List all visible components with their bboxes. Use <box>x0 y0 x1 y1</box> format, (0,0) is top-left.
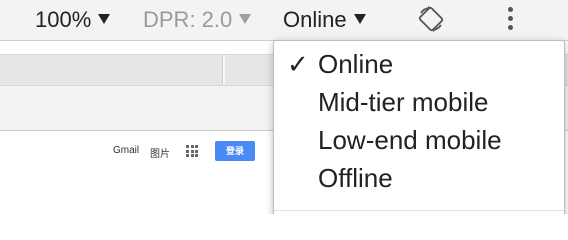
dpr-value: DPR: 2.0 <box>143 7 233 32</box>
throttle-menu: ✓ Online Mid-tier mobile Low-end mobile … <box>273 40 565 214</box>
network-throttle-dropdown[interactable]: Online <box>283 5 366 35</box>
menu-item-offline[interactable]: Offline <box>318 161 393 195</box>
menu-item-online[interactable]: Online <box>318 47 393 81</box>
menu-separator <box>274 210 564 211</box>
images-link[interactable]: 图片 <box>150 145 170 160</box>
menu-item-low-end-mobile[interactable]: Low-end mobile <box>318 123 502 157</box>
devtools-device-emulation: 100% DPR: 2.0 Online Gmail 图片 登录 ✓ Onlin… <box>0 0 568 214</box>
signin-button[interactable]: 登录 <box>215 141 255 161</box>
more-vertical-icon[interactable] <box>505 7 515 33</box>
device-toolbar: 100% DPR: 2.0 Online <box>0 0 568 41</box>
checkmark-icon: ✓ <box>287 49 309 79</box>
caret-down-icon <box>239 14 252 24</box>
rotate-icon[interactable] <box>417 5 445 33</box>
media-query-divider <box>222 55 225 85</box>
gmail-link[interactable]: Gmail <box>113 145 139 156</box>
apps-grid-icon[interactable] <box>186 145 198 157</box>
caret-down-icon <box>98 14 111 24</box>
dpr-dropdown[interactable]: DPR: 2.0 <box>143 5 252 35</box>
zoom-dropdown[interactable]: 100% <box>35 5 111 35</box>
zoom-value: 100% <box>35 7 92 32</box>
menu-item-mid-tier-mobile[interactable]: Mid-tier mobile <box>318 85 489 119</box>
caret-down-icon <box>353 14 366 24</box>
throttle-value: Online <box>283 7 347 32</box>
